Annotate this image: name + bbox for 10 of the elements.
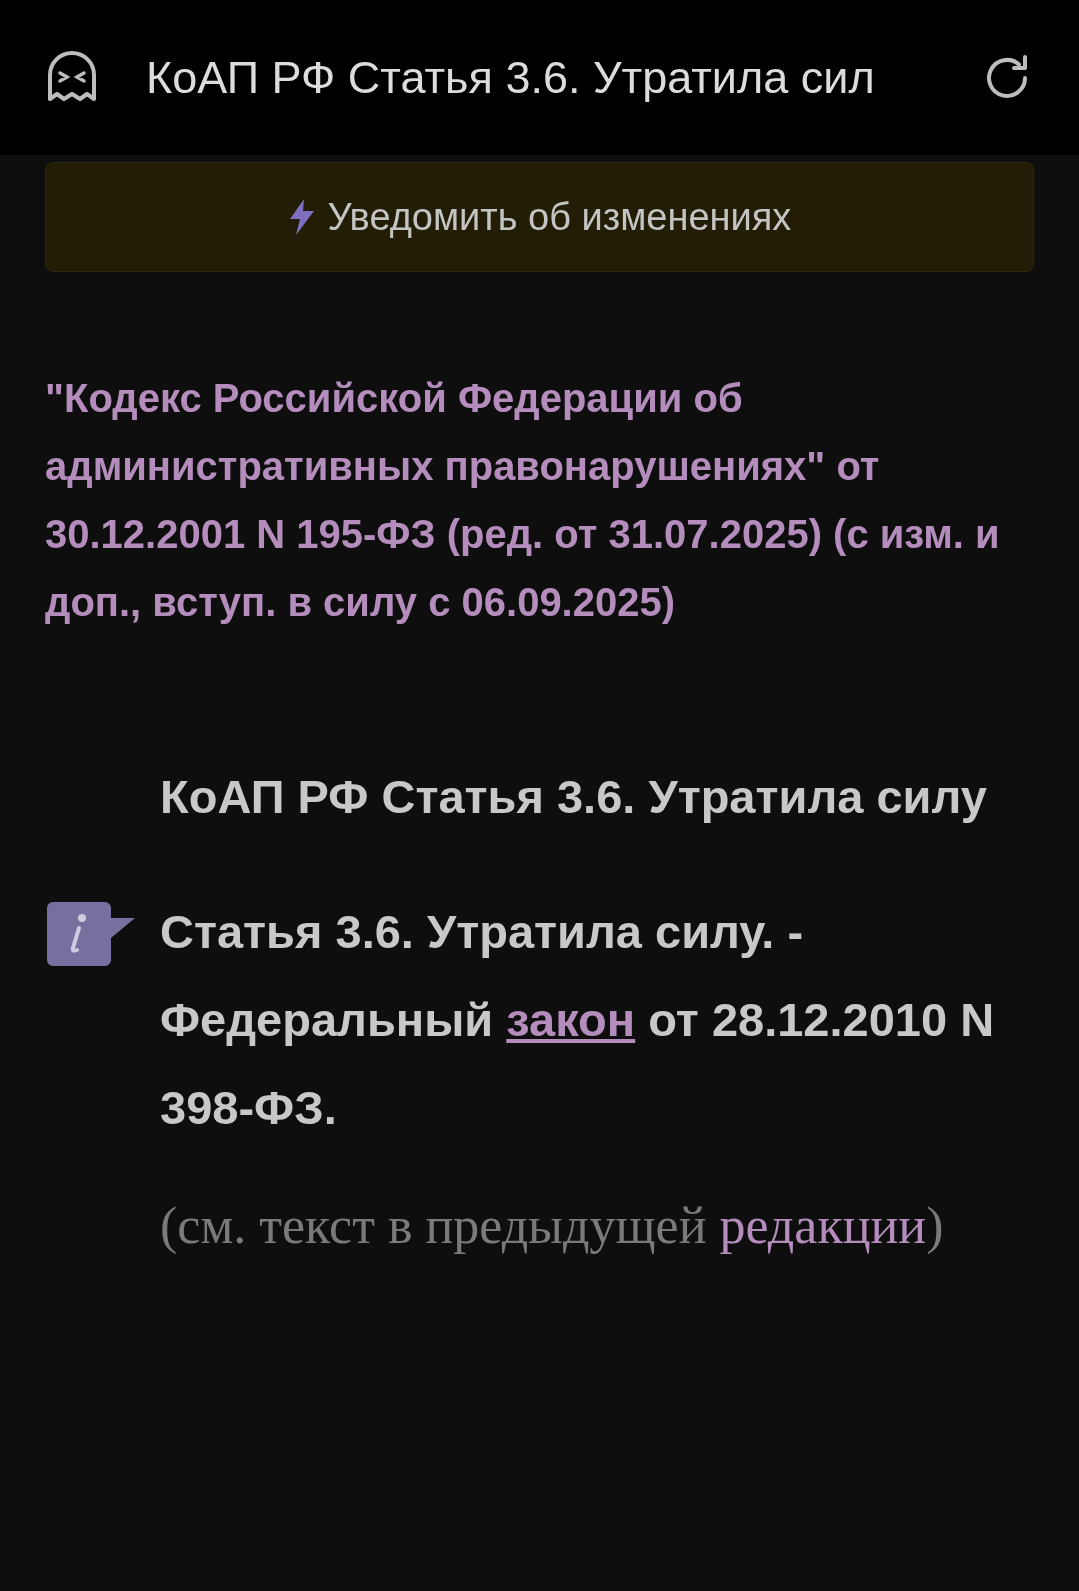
article-note: Статья 3.6. Утратила силу. - Федеральный закон от 28.12.2010 N 398-ФЗ. <box>160 904 996 1136</box>
lightning-icon <box>287 199 316 235</box>
law-link[interactable]: закон <box>506 993 636 1046</box>
page-title: КоАП РФ Статья 3.6. Утратила сил <box>146 50 876 105</box>
previous-edition-note: (см. текст в предыдущей редакции) <box>160 1196 945 1256</box>
document-title: "Кодекс Российской Федерации об административных правонарушениях" от 30.12.2001 N 195-ФЗ (ред. от 31.07.2025) (с изм. и доп., вступ. в силу с 06.09.2025) <box>45 375 1001 626</box>
article-heading: КоАП РФ Статья 3.6. Утратила силу <box>160 769 988 825</box>
notify-button[interactable]: Уведомить об изменениях <box>45 162 1034 272</box>
info-icon <box>47 902 137 966</box>
edition-link[interactable]: редакции <box>719 1197 927 1254</box>
